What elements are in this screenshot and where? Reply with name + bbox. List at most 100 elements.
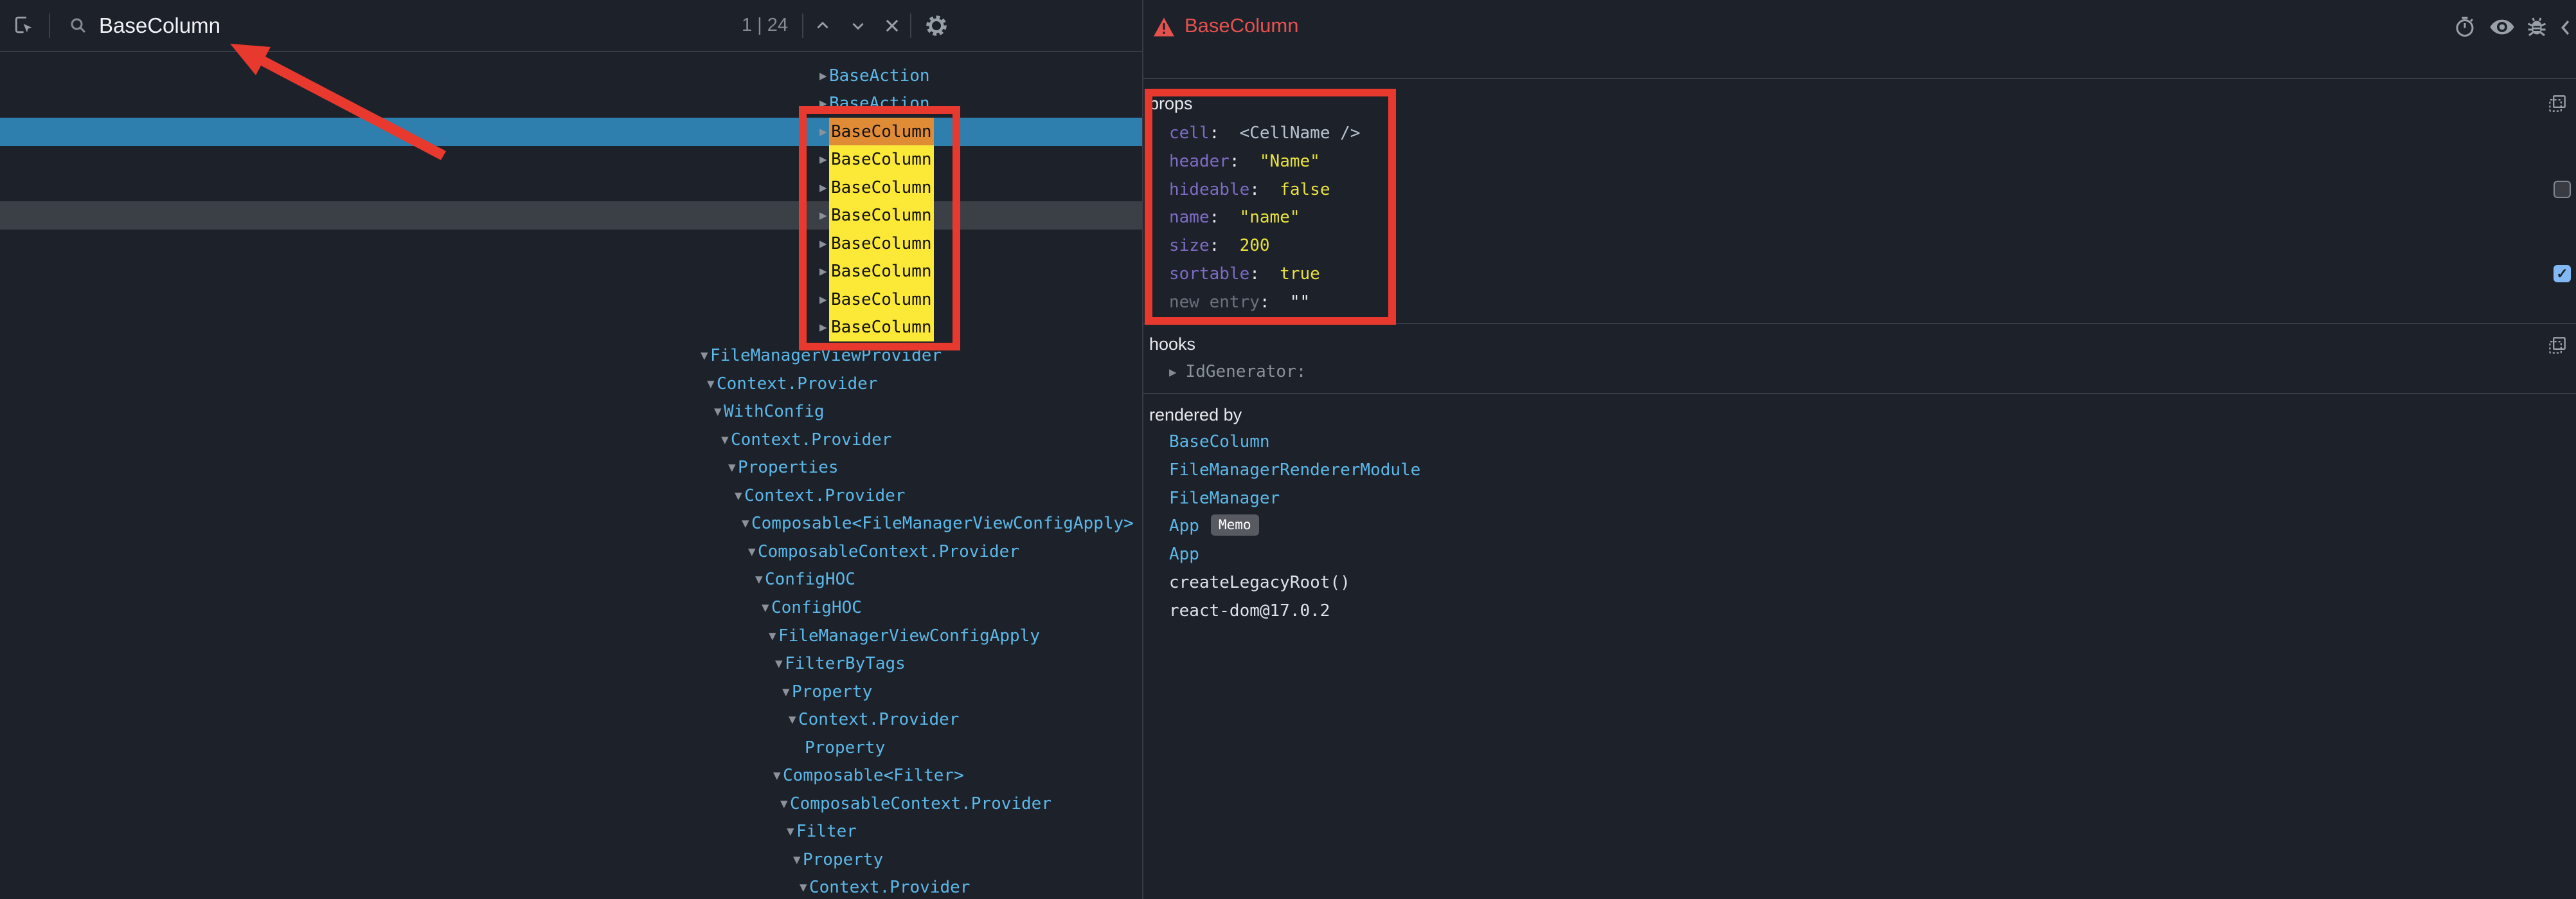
prop-row-hideable[interactable]: hideable: false xyxy=(1169,176,1330,204)
tree-row-basecolumn[interactable]: ▸BaseColumn xyxy=(0,118,1142,146)
tree-row-context-provider[interactable]: ▾Context.Provider xyxy=(0,705,1142,734)
chevron-down-icon[interactable]: ▾ xyxy=(769,622,776,650)
chevron-right-icon[interactable]: ▸ xyxy=(819,89,827,118)
tree-row-basecolumn[interactable]: ▸BaseColumn xyxy=(0,286,1142,314)
chevron-down-icon[interactable]: ▾ xyxy=(701,341,708,370)
owner-row-app[interactable]: App Memo xyxy=(1169,512,1259,540)
hook-row-idgenerator[interactable]: ▸IdGenerator: xyxy=(1169,358,1306,386)
chevron-right-icon[interactable]: ▸ xyxy=(819,230,827,258)
prop-value[interactable]: "" xyxy=(1290,293,1310,312)
prop-key: sortable xyxy=(1169,264,1249,284)
tree-row-composablecontext-provider[interactable]: ▾ComposableContext.Provider xyxy=(0,790,1142,818)
prop-value[interactable]: <CellName /> xyxy=(1240,123,1361,143)
tree-row-confighoc[interactable]: ▾ConfigHOC xyxy=(0,565,1142,594)
tree-row-confighoc[interactable]: ▾ConfigHOC xyxy=(0,594,1142,622)
tree-row-property[interactable]: ▾Property xyxy=(0,678,1142,706)
tree-row-composable-filter-[interactable]: ▾Composable<Filter> xyxy=(0,761,1142,790)
prop-value[interactable]: false xyxy=(1280,180,1330,199)
tree-row-property[interactable]: Property xyxy=(0,734,1142,762)
owner-row-basecolumn[interactable]: BaseColumn xyxy=(1169,428,1270,456)
owner-link[interactable]: FileManager xyxy=(1169,489,1280,508)
tree-row-property[interactable]: ▾Property xyxy=(0,846,1142,874)
prop-row-sortable[interactable]: sortable: true xyxy=(1169,260,1320,288)
chevron-down-icon[interactable]: ▾ xyxy=(762,594,769,622)
tree-row-withconfig[interactable]: ▾WithConfig xyxy=(0,397,1142,426)
owner-link[interactable]: FileManagerRendererModule xyxy=(1169,460,1420,480)
chevron-down-icon[interactable]: ▾ xyxy=(728,453,736,482)
checkbox-checked-icon[interactable]: ✓ xyxy=(2554,265,2571,282)
tree-row-basecolumn[interactable]: ▸BaseColumn xyxy=(0,313,1142,341)
tree-row-composablecontext-provider[interactable]: ▾ComposableContext.Provider xyxy=(0,538,1142,566)
tree-row-filemanagerviewconfigapply[interactable]: ▾FileManagerViewConfigApply xyxy=(0,622,1142,650)
tree-row-baseaction[interactable]: ▸BaseAction xyxy=(0,62,1142,90)
prop-row-header[interactable]: header: "Name" xyxy=(1169,147,1320,176)
previous-match-icon[interactable] xyxy=(803,17,842,34)
chevron-down-icon[interactable]: ▾ xyxy=(721,426,729,454)
tree-row-composable-filemanagerviewconfigapply-[interactable]: ▾Composable<FileManagerViewConfigApply> xyxy=(0,509,1142,538)
tree-row-context-provider[interactable]: ▾Context.Provider xyxy=(0,370,1142,398)
section-divider xyxy=(1143,393,2576,394)
owner-row-filemanager[interactable]: FileManager xyxy=(1169,484,1280,513)
chevron-down-icon[interactable]: ▾ xyxy=(775,649,783,678)
chevron-down-icon[interactable]: ▾ xyxy=(714,397,722,426)
chevron-right-icon[interactable]: ▸ xyxy=(819,313,827,341)
memo-badge: Memo xyxy=(1211,514,1259,536)
tree-row-context-provider[interactable]: ▾Context.Provider xyxy=(0,426,1142,454)
copy-props-icon[interactable] xyxy=(2548,95,2566,113)
prop-value[interactable]: "name" xyxy=(1240,208,1300,227)
chevron-right-icon[interactable]: ▸ xyxy=(819,145,827,174)
owner-link[interactable]: App xyxy=(1169,516,1199,536)
tree-row-basecolumn[interactable]: ▸BaseColumn xyxy=(0,201,1142,230)
tree-row-context-provider[interactable]: ▾Context.Provider xyxy=(0,873,1142,899)
clear-search-icon[interactable] xyxy=(874,17,910,35)
search-input[interactable] xyxy=(99,14,742,38)
owner-row-filemanagerrenderermodule[interactable]: FileManagerRendererModule xyxy=(1169,456,1420,484)
tree-row-basecolumn[interactable]: ▸BaseColumn xyxy=(0,257,1142,286)
owner-link[interactable]: BaseColumn xyxy=(1169,432,1270,451)
prop-value[interactable]: true xyxy=(1280,264,1320,284)
chevron-down-icon[interactable]: ▾ xyxy=(782,678,790,706)
chevron-right-icon[interactable]: ▸ xyxy=(819,257,827,286)
chevron-down-icon[interactable]: ▾ xyxy=(773,761,781,790)
prop-row-cell[interactable]: cell: <CellName /> xyxy=(1169,119,1360,147)
owner-row-app[interactable]: App xyxy=(1169,540,1199,568)
prop-row-name[interactable]: name: "name" xyxy=(1169,203,1300,232)
tree-row-label: FilterByTags xyxy=(785,649,906,678)
chevron-down-icon[interactable]: ▾ xyxy=(800,873,807,899)
inspect-element-picker-icon[interactable] xyxy=(0,15,49,37)
tree-row-context-provider[interactable]: ▾Context.Provider xyxy=(0,482,1142,510)
chevron-down-icon[interactable]: ▾ xyxy=(780,790,788,818)
chevron-down-icon[interactable]: ▾ xyxy=(755,565,763,594)
tree-row-filter[interactable]: ▾Filter xyxy=(0,817,1142,846)
chevron-right-icon[interactable]: ▸ xyxy=(819,118,827,146)
chevron-down-icon[interactable]: ▾ xyxy=(789,705,796,734)
settings-gear-icon[interactable] xyxy=(911,14,962,37)
tree-row-basecolumn[interactable]: ▸BaseColumn xyxy=(0,145,1142,174)
tree-row-basecolumn[interactable]: ▸BaseColumn xyxy=(0,230,1142,258)
prop-row-size[interactable]: size: 200 xyxy=(1169,232,1270,260)
prop-value[interactable]: "Name" xyxy=(1260,152,1320,171)
chevron-down-icon[interactable]: ▾ xyxy=(735,482,742,510)
chevron-right-icon[interactable]: ▸ xyxy=(819,286,827,314)
tree-row-baseaction[interactable]: ▸BaseAction xyxy=(0,89,1142,118)
chevron-down-icon[interactable]: ▾ xyxy=(787,817,794,846)
prop-value[interactable]: 200 xyxy=(1240,236,1270,255)
chevron-down-icon[interactable]: ▾ xyxy=(793,846,801,874)
chevron-right-icon[interactable]: ▸ xyxy=(819,62,827,90)
chevron-right-icon[interactable]: ▸ xyxy=(819,201,827,230)
tree-row-basecolumn[interactable]: ▸BaseColumn xyxy=(0,174,1142,202)
chevron-down-icon[interactable]: ▾ xyxy=(748,538,756,566)
chevron-right-icon[interactable]: ▸ xyxy=(1169,364,1177,381)
chevron-down-icon[interactable]: ▾ xyxy=(742,509,749,538)
tree-row-filemanagerviewprovider[interactable]: ▾FileManagerViewProvider xyxy=(0,341,1142,370)
tree-row-label: BaseColumn xyxy=(829,174,934,202)
tree-row-properties[interactable]: ▾Properties xyxy=(0,453,1142,482)
owner-link[interactable]: App xyxy=(1169,545,1199,564)
prop-row-new-entry[interactable]: new entry: "" xyxy=(1169,288,1310,316)
next-match-icon[interactable] xyxy=(842,17,874,34)
checkbox-unchecked-icon[interactable] xyxy=(2554,181,2571,198)
tree-row-filterbytags[interactable]: ▾FilterByTags xyxy=(0,649,1142,678)
copy-hooks-icon[interactable] xyxy=(2548,336,2566,354)
chevron-right-icon[interactable]: ▸ xyxy=(819,174,827,202)
chevron-down-icon[interactable]: ▾ xyxy=(707,370,715,398)
